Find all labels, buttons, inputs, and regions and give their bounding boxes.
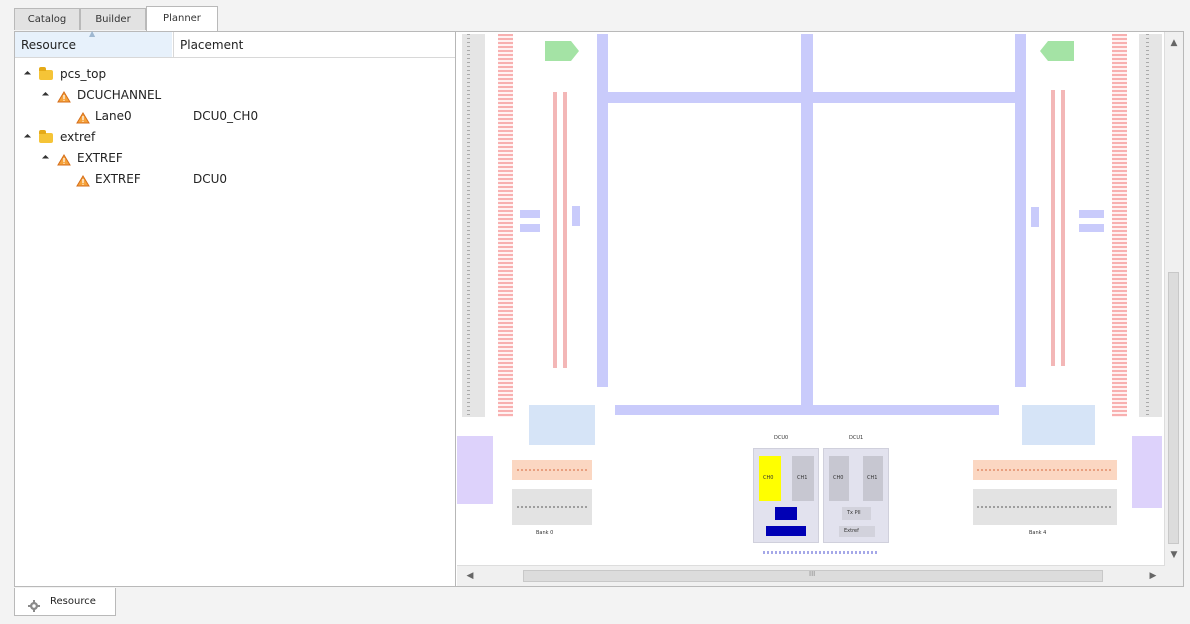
tree-row-extref[interactable]: extref bbox=[15, 127, 455, 148]
resource-tab-label: Resource bbox=[50, 596, 96, 607]
right-peach-pins bbox=[977, 469, 1113, 471]
extref-label: Extref bbox=[844, 528, 859, 534]
vertical-rail bbox=[597, 34, 608, 387]
dcu-bottom-pins bbox=[763, 551, 877, 554]
left-purple-block bbox=[520, 210, 540, 218]
scroll-up-icon[interactable]: ▲ bbox=[1169, 38, 1179, 48]
resource-tree: Resource ▲ Placement pcs_top DCUCHANNEL … bbox=[15, 29, 456, 586]
tree-label: DCUCHANNEL bbox=[77, 88, 162, 102]
right-purple-block bbox=[1079, 224, 1104, 232]
vertical-scrollbar[interactable]: ▲ ▼ bbox=[1164, 32, 1183, 566]
right-purple-block bbox=[1079, 210, 1104, 218]
tx-pll-label: Tx PII bbox=[847, 510, 861, 516]
left-gray-column bbox=[462, 34, 485, 417]
tree-row-lane0[interactable]: Lane0 DCU0_CH0 bbox=[15, 106, 455, 127]
dcu0-label: DCU0 bbox=[774, 435, 789, 441]
dcu0-dark-block bbox=[775, 507, 797, 520]
planner-frame: Resource ▲ Placement pcs_top DCUCHANNEL … bbox=[14, 29, 1184, 587]
bank-4-label: Bank 4 bbox=[1029, 530, 1047, 536]
left-red-line bbox=[553, 92, 557, 368]
left-peach-pins bbox=[517, 469, 587, 471]
left-purple-block bbox=[572, 206, 580, 226]
resource-column-label: Resource bbox=[21, 38, 77, 52]
horizontal-scroll-thumb[interactable]: III bbox=[523, 570, 1103, 582]
bottom-panel-tabs: Resource bbox=[14, 588, 1184, 619]
horizontal-scrollbar[interactable]: ◀ III ▶ bbox=[457, 565, 1165, 586]
tree-row-dcuchannel[interactable]: DCUCHANNEL bbox=[15, 85, 455, 106]
tab-planner[interactable]: Planner bbox=[146, 6, 218, 32]
placement-column-label: Placement bbox=[180, 38, 244, 52]
right-column-cap bbox=[1132, 436, 1162, 508]
green-arrow-right-icon bbox=[1040, 41, 1074, 61]
scroll-right-icon[interactable]: ▶ bbox=[1148, 571, 1158, 581]
bottom-horizontal-rail bbox=[615, 405, 999, 415]
expand-arrow-icon[interactable] bbox=[24, 71, 32, 79]
resource-column-header[interactable]: Resource ▲ bbox=[15, 29, 172, 57]
right-purple-block bbox=[1031, 207, 1039, 227]
right-red-io-column bbox=[1112, 34, 1127, 417]
expand-arrow-icon[interactable] bbox=[24, 134, 32, 142]
expand-arrow-icon[interactable] bbox=[42, 92, 50, 100]
right-blue-block bbox=[1022, 405, 1095, 445]
tree-label: Lane0 bbox=[95, 109, 132, 123]
tree-label: EXTREF bbox=[95, 172, 141, 186]
tree-row-extref-group[interactable]: EXTREF bbox=[15, 148, 455, 169]
warning-icon bbox=[57, 152, 71, 166]
right-dotted-border bbox=[1146, 34, 1149, 417]
tree-label: EXTREF bbox=[77, 151, 123, 165]
expand-arrow-icon[interactable] bbox=[42, 155, 50, 163]
scrollbar-corner bbox=[1165, 566, 1183, 586]
left-dotted-border bbox=[467, 34, 470, 417]
tab-catalog[interactable]: Catalog bbox=[14, 8, 80, 30]
right-gray-pins bbox=[977, 506, 1113, 508]
scroll-left-icon[interactable]: ◀ bbox=[465, 571, 475, 581]
vertical-scroll-thumb[interactable] bbox=[1168, 272, 1179, 544]
tree-row-pcs-top[interactable]: pcs_top bbox=[15, 64, 455, 85]
right-gray-column bbox=[1139, 34, 1162, 417]
planner-viewer: Bank 0 Bank 4 DCU0 DCU1 CH0 CH1 CH0 CH1 … bbox=[457, 32, 1183, 586]
folder-icon bbox=[39, 130, 53, 143]
scroll-grip: III bbox=[809, 570, 816, 578]
gear-icon bbox=[28, 596, 40, 612]
resource-tab[interactable]: Resource bbox=[14, 588, 116, 616]
warning-icon bbox=[57, 89, 71, 103]
sort-indicator-icon: ▲ bbox=[89, 29, 96, 38]
left-column-cap bbox=[457, 436, 493, 504]
tab-builder[interactable]: Builder bbox=[80, 8, 146, 30]
tree-label: extref bbox=[60, 130, 96, 144]
tree-row-extref-item[interactable]: EXTREF DCU0 bbox=[15, 169, 455, 190]
left-red-line bbox=[563, 92, 567, 368]
placement-column-header[interactable]: Placement bbox=[173, 32, 455, 57]
dcu0-dark-bar bbox=[766, 526, 806, 536]
planner-canvas[interactable]: Bank 0 Bank 4 DCU0 DCU1 CH0 CH1 CH0 CH1 … bbox=[457, 32, 1162, 566]
dcu0-ch1-label: CH1 bbox=[797, 475, 808, 481]
dcu1-ch0-label: CH0 bbox=[833, 475, 844, 481]
warning-icon bbox=[76, 173, 90, 187]
dcu1-ch1-label: CH1 bbox=[867, 475, 878, 481]
left-purple-block bbox=[520, 224, 540, 232]
right-red-line bbox=[1061, 90, 1065, 366]
folder-icon bbox=[39, 67, 53, 80]
green-arrow-left-icon bbox=[545, 41, 579, 61]
center-vertical-rail bbox=[801, 34, 813, 409]
warning-icon bbox=[76, 110, 90, 124]
tree-label: pcs_top bbox=[60, 67, 107, 81]
placement-value: DCU0 bbox=[193, 172, 228, 186]
dcu0-ch0-label: CH0 bbox=[763, 475, 774, 481]
bank-0-label: Bank 0 bbox=[536, 530, 554, 536]
placement-value: DCU0_CH0 bbox=[193, 109, 259, 123]
scroll-down-icon[interactable]: ▼ bbox=[1169, 550, 1179, 560]
left-blue-block bbox=[529, 405, 595, 445]
view-tabs: Catalog Builder Planner bbox=[14, 6, 1190, 32]
dcu1-label: DCU1 bbox=[849, 435, 864, 441]
left-gray-pins bbox=[517, 506, 587, 508]
right-red-line bbox=[1051, 90, 1055, 366]
left-red-io-column bbox=[498, 34, 513, 417]
tree-header: Resource ▲ Placement bbox=[15, 29, 455, 58]
right-vertical-rail bbox=[1015, 34, 1026, 387]
